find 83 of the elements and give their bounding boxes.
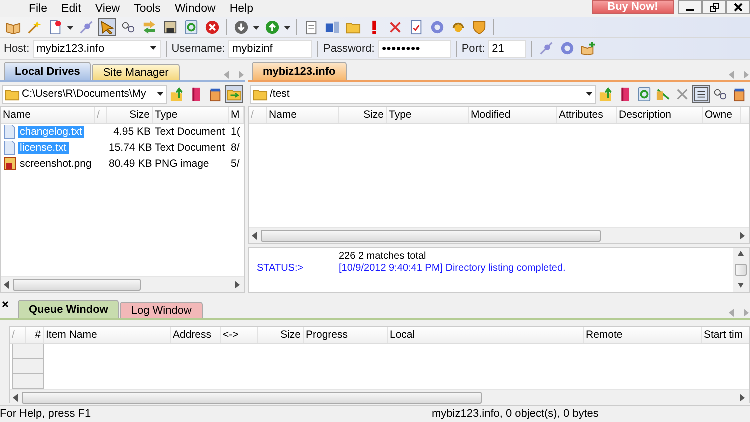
horizontal-scrollbar[interactable] <box>10 389 749 405</box>
scroll-right-icon[interactable] <box>740 232 746 240</box>
dropdown-caret-icon[interactable] <box>157 92 164 96</box>
column-header[interactable]: Progress <box>304 327 388 343</box>
vertical-scrollbar[interactable] <box>733 248 749 292</box>
scroll-right-icon[interactable] <box>740 394 746 402</box>
path-field[interactable]: /test <box>250 84 596 104</box>
scroll-left-icon[interactable] <box>4 280 10 288</box>
scroll-left-icon[interactable] <box>13 394 19 402</box>
horizontal-scrollbar[interactable] <box>249 227 749 243</box>
column-header[interactable]: Attributes <box>557 107 617 123</box>
column-header[interactable]: M <box>229 107 244 123</box>
text-file-icon <box>4 141 16 155</box>
row-header <box>12 374 44 389</box>
close-button[interactable] <box>726 0 750 14</box>
table-cell-text: Text Document <box>154 126 226 138</box>
log-line: [10/9/2012 9:40:41 PM] Directory listing completed. <box>339 262 566 274</box>
username-label: Username: <box>172 42 226 54</box>
scroll-up-icon[interactable] <box>738 250 744 258</box>
table-cell-text: PNG image <box>154 158 210 170</box>
log-line: 226 2 matches total <box>339 250 426 262</box>
text-file-icon <box>4 125 16 139</box>
password-label: Password: <box>323 42 375 54</box>
tab[interactable]: Queue Window <box>18 300 120 318</box>
column-header[interactable]: Type <box>153 107 229 123</box>
menu-item[interactable]: Tools <box>127 2 168 14</box>
menu-item[interactable]: View <box>88 2 128 14</box>
menu-item[interactable]: Edit <box>54 2 88 14</box>
close-icon[interactable] <box>2 301 9 308</box>
column-header[interactable]: Address <box>171 327 221 343</box>
column-header[interactable]: Item Name <box>44 327 171 343</box>
host-label: Host: <box>4 42 30 54</box>
column-header[interactable]: Size <box>339 107 387 123</box>
table-cell-text: 5/ <box>230 158 241 170</box>
log-prefix: STATUS:> <box>257 262 305 274</box>
row-header <box>12 344 44 359</box>
scroll-right-icon[interactable] <box>235 280 241 288</box>
status-text: mybiz123.info, 0 object(s), 0 bytes <box>431 408 599 420</box>
menu-item[interactable]: File <box>22 2 55 14</box>
table-cell-text: 80.49 KB <box>108 158 153 170</box>
column-header[interactable]: Local <box>388 327 584 343</box>
host-field[interactable]: mybiz123.info <box>32 40 161 58</box>
column-header[interactable]: Name <box>267 107 339 123</box>
column-header[interactable]: Name <box>1 107 95 123</box>
row-header <box>12 359 44 374</box>
column-header[interactable]: Description <box>617 107 703 123</box>
column-header[interactable]: Type <box>387 107 469 123</box>
image-file-icon <box>4 157 16 171</box>
path-field[interactable]: C:\Users\R\Documents\My <box>2 84 167 104</box>
table-cell-text: Text Document <box>154 142 226 154</box>
restore-icon[interactable] <box>710 2 718 12</box>
column-header[interactable]: Start tim <box>702 327 750 343</box>
tab[interactable]: Site Manager <box>92 64 180 80</box>
menu-item[interactable]: Window <box>168 2 223 14</box>
minimize-button[interactable] <box>678 0 702 14</box>
port-field[interactable]: 21 <box>488 40 526 58</box>
port-label: Port: <box>462 42 486 54</box>
column-header[interactable]: Owne <box>703 107 741 123</box>
table-cell-text: 1( <box>230 126 242 138</box>
dropdown-caret-icon[interactable] <box>586 92 593 96</box>
file-name[interactable]: screenshot.png <box>18 158 94 170</box>
table-cell-text: 8/ <box>230 142 241 154</box>
column-header[interactable]: Modified <box>469 107 557 123</box>
column-header[interactable]: <-> <box>221 327 258 343</box>
close-icon[interactable] <box>734 2 742 12</box>
table-cell-text: 4.95 KB <box>112 126 152 138</box>
tab[interactable]: mybiz123.info <box>252 62 347 80</box>
column-header[interactable]: Size <box>258 327 304 343</box>
column-header[interactable]: # <box>26 327 44 343</box>
tab[interactable]: Log Window <box>120 302 203 318</box>
horizontal-scrollbar[interactable] <box>1 276 244 292</box>
username-field[interactable]: mybizinf <box>228 40 312 58</box>
scroll-down-icon[interactable] <box>738 282 744 290</box>
tab[interactable]: Local Drives <box>4 62 92 80</box>
table-cell-text: 15.74 KB <box>108 142 153 154</box>
column-header[interactable]: Size <box>107 107 153 123</box>
scroll-left-icon[interactable] <box>252 232 258 240</box>
restore-button[interactable] <box>702 0 726 14</box>
menu-item[interactable]: Help <box>222 2 260 14</box>
column-header[interactable]: Remote <box>584 327 702 343</box>
dropdown-caret-icon[interactable] <box>150 46 157 51</box>
password-field[interactable]: ●●●●●●●● <box>378 40 451 58</box>
status-text: For Help, press F1 <box>0 408 92 420</box>
